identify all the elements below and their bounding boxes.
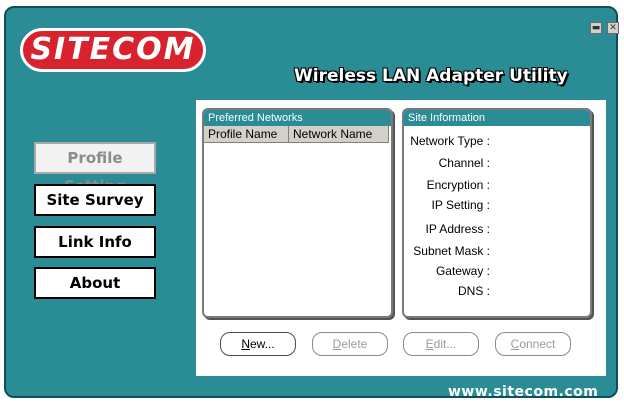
website-url[interactable]: www.sitecom.com [448, 384, 598, 400]
connect-button[interactable]: Connect [495, 332, 571, 356]
preferred-networks-panel: Preferred Networks Profile Name Network … [202, 108, 393, 318]
connect-mnemonic: C [510, 337, 520, 351]
delete-label: elete [341, 337, 368, 351]
edit-mnemonic: E [425, 337, 434, 351]
label-dns: DNS : [457, 284, 490, 298]
delete-mnemonic: D [332, 337, 342, 351]
nav-site-survey[interactable]: Site Survey [34, 184, 156, 216]
label-subnet-mask: Subnet Mask : [413, 244, 490, 258]
edit-label: dit... [433, 337, 457, 351]
sitecom-logo: SITECOM [20, 28, 206, 72]
label-network-type: Network Type : [410, 134, 490, 148]
nav-profile-setting[interactable]: Profile Setting [34, 142, 156, 195]
delete-button[interactable]: Delete [312, 332, 388, 356]
site-information-title: Site Information [404, 110, 590, 126]
nav-about[interactable]: About [34, 267, 156, 299]
label-encryption: Encryption : [426, 178, 490, 192]
close-icon[interactable]: ✕ [607, 22, 619, 34]
nav-link-info[interactable]: Link Info [34, 226, 156, 258]
label-gateway: Gateway : [435, 264, 490, 278]
content-area: Preferred Networks Profile Name Network … [196, 100, 606, 376]
site-information-panel: Site Information Network Type : Channel … [402, 108, 592, 318]
preferred-networks-title: Preferred Networks [204, 110, 391, 126]
networks-list[interactable] [204, 143, 391, 316]
label-ip-address: IP Address : [425, 222, 490, 236]
new-button[interactable]: New... [220, 332, 296, 356]
app-title: Wireless LAN Adapter Utility [294, 66, 568, 86]
new-mnemonic: N [241, 337, 250, 351]
label-ip-setting: IP Setting : [431, 198, 490, 212]
connect-label: onnect [519, 337, 556, 351]
edit-button[interactable]: Edit... [403, 332, 479, 356]
new-label: ew... [249, 337, 275, 351]
networks-table-header: Profile Name Network Name [204, 126, 391, 143]
column-profile-name[interactable]: Profile Name [204, 126, 289, 143]
minimize-icon[interactable]: ▬ [590, 22, 602, 34]
label-channel: Channel : [438, 156, 490, 170]
column-network-name[interactable]: Network Name [289, 126, 389, 143]
app-window: SITECOM Wireless LAN Adapter Utility ▬ ✕… [4, 6, 619, 400]
